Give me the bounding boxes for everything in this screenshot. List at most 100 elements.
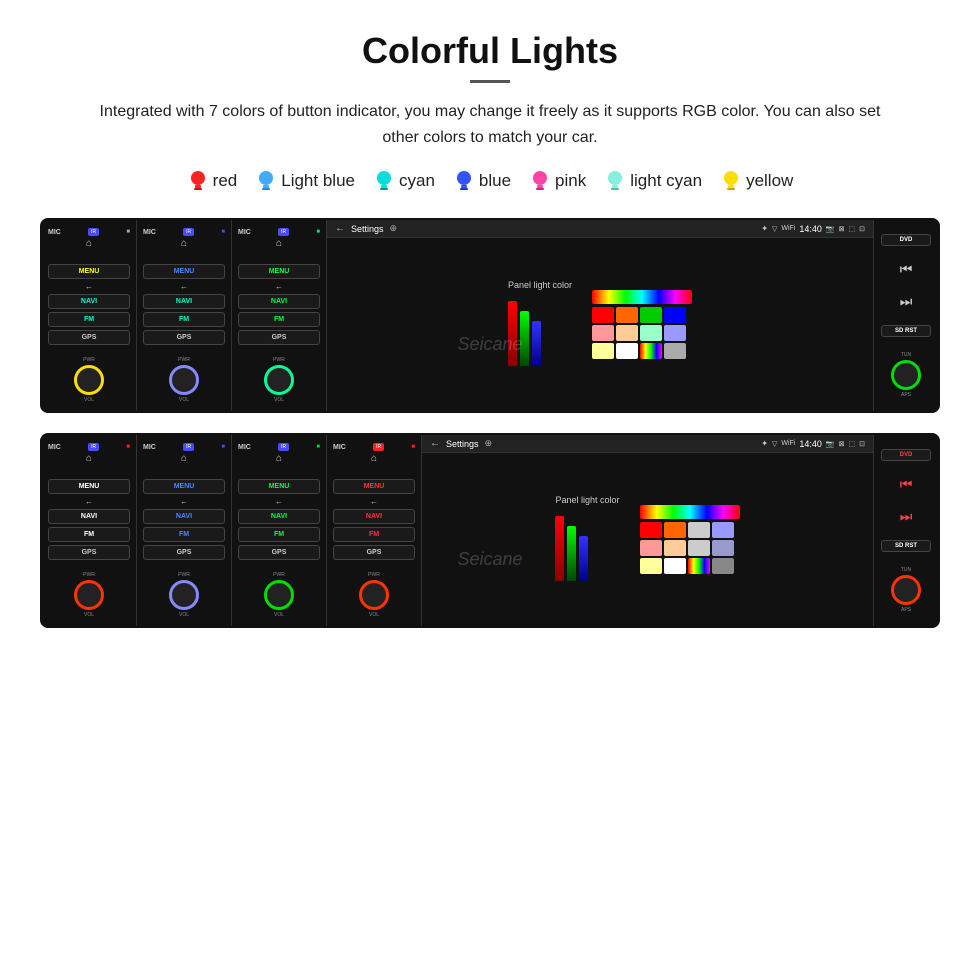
knob-blue-2[interactable] bbox=[169, 365, 199, 395]
screen-header-bottom: ← Settings ⊕ ✦ ▽ WiFi 14:40 📷 ⊠ ⬚ ⊡ bbox=[422, 435, 873, 453]
right-panel-bottom: DVD ⏮ ⏭ SD RST TUN APS bbox=[873, 435, 938, 626]
fm-btn-3[interactable]: FM bbox=[238, 312, 320, 327]
color-label-lightcyan: light cyan bbox=[630, 171, 702, 191]
menu-btn-3[interactable]: MENU bbox=[238, 264, 320, 279]
screen-content-bottom: Panel light color bbox=[422, 453, 873, 626]
sd-rst-btn-bottom[interactable]: SD RST bbox=[881, 540, 931, 552]
knob-red-bottom[interactable] bbox=[891, 575, 921, 605]
next-btn-bottom[interactable]: ⏭ bbox=[900, 508, 913, 525]
gps-btn-b1[interactable]: GPS bbox=[48, 545, 130, 560]
pwr-label-b3: PWR bbox=[273, 572, 285, 578]
knob-area-3: PWR VOL bbox=[238, 357, 320, 403]
panel-light-label-bottom: Panel light color bbox=[555, 495, 619, 505]
vol-label-b3: VOL bbox=[274, 612, 284, 618]
ir-badge-1: IR bbox=[88, 228, 99, 236]
pink-bulb-icon bbox=[529, 168, 551, 194]
knob-red-b4[interactable] bbox=[359, 580, 389, 610]
lightblue-bulb-icon bbox=[255, 168, 277, 194]
dvd-btn-top[interactable]: DVD bbox=[881, 234, 931, 246]
blue-bulb-icon bbox=[453, 168, 475, 194]
color-grid-bottom bbox=[640, 505, 740, 574]
menu-btn-b1[interactable]: MENU bbox=[48, 479, 130, 494]
gps-btn-b3[interactable]: GPS bbox=[238, 545, 320, 560]
color-label-cyan: cyan bbox=[399, 171, 435, 191]
vol-label-2: VOL bbox=[179, 397, 189, 403]
knob-area-b4: PWR VOL bbox=[333, 572, 415, 618]
main-screen-top: ← Settings ⊕ ✦ ▽ WiFi 14:40 📷 ⊠ ⬚ ⊡ bbox=[327, 220, 873, 411]
fm-btn-b1[interactable]: FM bbox=[48, 527, 130, 542]
nav-buttons-2: MENU ← NAVI FM GPS bbox=[143, 255, 225, 353]
vol-label-b2: VOL bbox=[179, 612, 189, 618]
color-item-yellow: yellow bbox=[720, 168, 793, 194]
gps-btn-1[interactable]: GPS bbox=[48, 330, 130, 345]
navi-btn-b4[interactable]: NAVI bbox=[333, 509, 415, 524]
knob-green-b3[interactable] bbox=[264, 580, 294, 610]
red-bulb-icon bbox=[187, 168, 209, 194]
menu-btn-b4[interactable]: MENU bbox=[333, 479, 415, 494]
back-arrow-bottom[interactable]: ← bbox=[430, 438, 440, 449]
fm-btn-b3[interactable]: FM bbox=[238, 527, 320, 542]
gps-btn-b2[interactable]: GPS bbox=[143, 545, 225, 560]
sd-rst-btn-top[interactable]: SD RST bbox=[881, 325, 931, 337]
pwr-label-3: PWR bbox=[273, 357, 285, 363]
navi-btn-b1[interactable]: NAVI bbox=[48, 509, 130, 524]
panel-light-section-bottom: Panel light color bbox=[555, 495, 619, 585]
color-item-blue: blue bbox=[453, 168, 511, 194]
navi-btn-1[interactable]: NAVI bbox=[48, 294, 130, 309]
knob-yellow-1[interactable] bbox=[74, 365, 104, 395]
aps-label-bottom: APS bbox=[901, 607, 911, 613]
dvd-btn-bottom[interactable]: DVD bbox=[881, 449, 931, 461]
pwr-label-b4: PWR bbox=[368, 572, 380, 578]
time-display-bottom: 14:40 bbox=[799, 439, 822, 449]
fm-btn-b2[interactable]: FM bbox=[143, 527, 225, 542]
vol-label-b4: VOL bbox=[369, 612, 379, 618]
menu-btn-1[interactable]: MENU bbox=[48, 264, 130, 279]
color-swatches-bottom bbox=[640, 522, 740, 574]
navi-btn-b2[interactable]: NAVI bbox=[143, 509, 225, 524]
panel-b1-red: MIC IR ■ ⌂ MENU ← NAVI FM GPS PWR V bbox=[42, 435, 137, 626]
mic-label-3: MIC bbox=[238, 229, 251, 236]
panel-3-cyan: MIC IR ■ ⌂ MENU ← NAVI FM GPS PWR V bbox=[232, 220, 327, 411]
right-panel-top: DVD ⏮ ⏭ SD RST TUN APS bbox=[873, 220, 938, 411]
knob-red-b1[interactable] bbox=[74, 580, 104, 610]
panel-light-label-top: Panel light color bbox=[508, 280, 572, 290]
prev-btn-bottom[interactable]: ⏮ bbox=[900, 476, 913, 493]
color-item-pink: pink bbox=[529, 168, 586, 194]
main-screen-bottom: ← Settings ⊕ ✦ ▽ WiFi 14:40 📷 ⊠ ⬚ ⊡ bbox=[422, 435, 873, 626]
subtitle-text: Integrated with 7 colors of button indic… bbox=[80, 99, 900, 150]
knob-area-b1: PWR VOL bbox=[48, 572, 130, 618]
menu-btn-b2[interactable]: MENU bbox=[143, 479, 225, 494]
fm-btn-1[interactable]: FM bbox=[48, 312, 130, 327]
gps-btn-3[interactable]: GPS bbox=[238, 330, 320, 345]
mic-label-b2: MIC bbox=[143, 444, 156, 451]
knob-cyan-3[interactable] bbox=[264, 365, 294, 395]
screen-header-left-bottom: ← Settings ⊕ bbox=[430, 438, 492, 449]
ir-badge-b2: IR bbox=[183, 443, 194, 451]
prev-btn-top[interactable]: ⏮ bbox=[900, 261, 913, 278]
menu-btn-b3[interactable]: MENU bbox=[238, 479, 320, 494]
gps-btn-2[interactable]: GPS bbox=[143, 330, 225, 345]
mic-label-b3: MIC bbox=[238, 444, 251, 451]
fm-btn-b4[interactable]: FM bbox=[333, 527, 415, 542]
color-label-red: red bbox=[213, 171, 238, 191]
gps-btn-b4[interactable]: GPS bbox=[333, 545, 415, 560]
next-btn-top[interactable]: ⏭ bbox=[900, 293, 913, 310]
nav-buttons-b2: MENU ← NAVI FM GPS bbox=[143, 470, 225, 568]
nav-buttons-b3: MENU ← NAVI FM GPS bbox=[238, 470, 320, 568]
ir-badge-3: IR bbox=[278, 228, 289, 236]
panel-b4-red2: MIC IR ■ ⌂ MENU ← NAVI FM GPS PWR V bbox=[327, 435, 422, 626]
color-bars-top bbox=[508, 296, 572, 366]
knob-green-top[interactable] bbox=[891, 360, 921, 390]
back-arrow-top[interactable]: ← bbox=[335, 223, 345, 234]
menu-btn-2[interactable]: MENU bbox=[143, 264, 225, 279]
vol-label-1: VOL bbox=[84, 397, 94, 403]
panel-b3-green: MIC IR ■ ⌂ MENU ← NAVI FM GPS PWR V bbox=[232, 435, 327, 626]
mic-label-2: MIC bbox=[143, 229, 156, 236]
navi-btn-3[interactable]: NAVI bbox=[238, 294, 320, 309]
nav-buttons-b4: MENU ← NAVI FM GPS bbox=[333, 470, 415, 568]
navi-btn-b3[interactable]: NAVI bbox=[238, 509, 320, 524]
fm-btn-2[interactable]: FM bbox=[143, 312, 225, 327]
navi-btn-2[interactable]: NAVI bbox=[143, 294, 225, 309]
panel-2-blue: MIC IR ■ ⌂ MENU ← NAVI FM GPS PWR V bbox=[137, 220, 232, 411]
knob-blue-b2[interactable] bbox=[169, 580, 199, 610]
